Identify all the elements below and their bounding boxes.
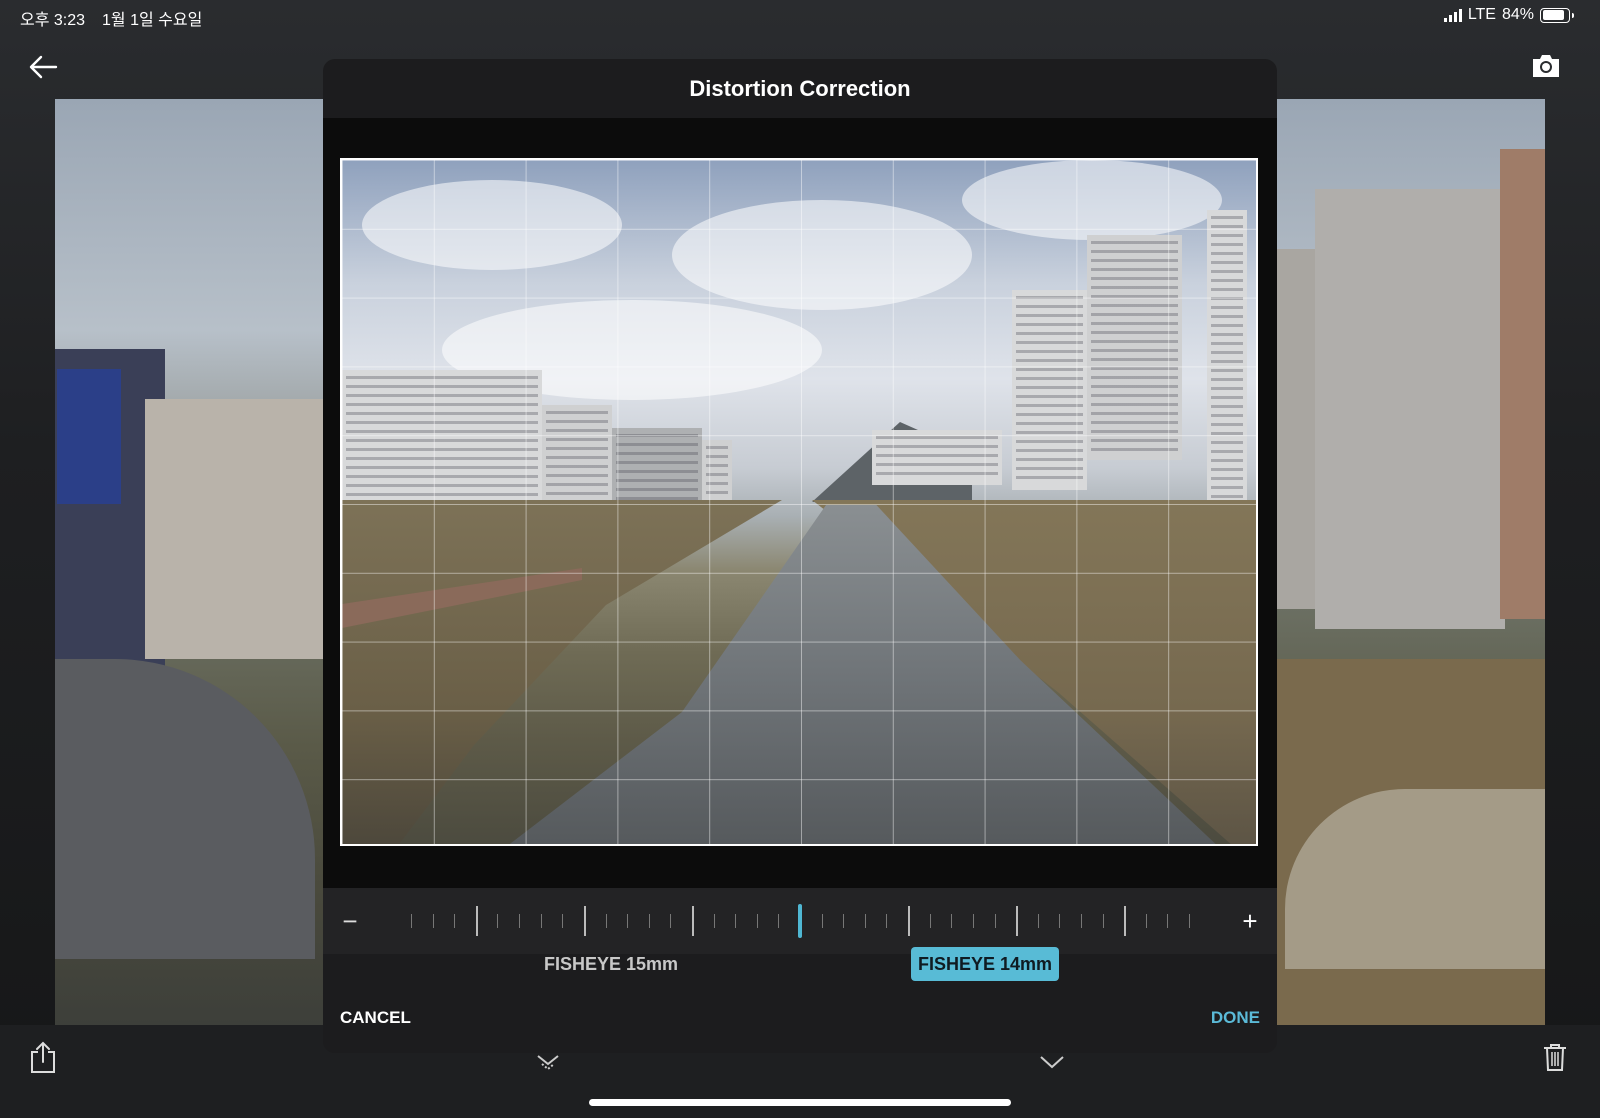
slider-tick: [475, 906, 478, 936]
slider-tick: [756, 914, 758, 928]
slider-tick: [1167, 914, 1169, 928]
slider-tick: [1016, 906, 1019, 936]
slider-tick: [1080, 914, 1082, 928]
done-button[interactable]: DONE: [1211, 1006, 1260, 1030]
slider-tick: [411, 914, 412, 928]
decrease-button[interactable]: −: [339, 901, 361, 941]
slider-tick: [864, 914, 866, 928]
slider-tick: [1189, 914, 1190, 928]
distortion-slider[interactable]: − +: [323, 888, 1277, 954]
slider-tick: [821, 914, 823, 928]
increase-button[interactable]: +: [1239, 901, 1261, 941]
slider-tick: [994, 914, 996, 928]
dialog-title: Distortion Correction: [689, 76, 911, 101]
slider-thumb[interactable]: [798, 904, 802, 938]
status-time: 오후 3:23: [20, 12, 86, 29]
cellular-signal-icon: [1443, 8, 1462, 22]
preview-photo[interactable]: [340, 158, 1258, 846]
battery-percent: 84%: [1501, 6, 1534, 23]
photo-editor-screen: 오후 3:23 1월 1일 수요일 LTE 84% Distortion Cor…: [0, 0, 1600, 1118]
slider-tick: [583, 906, 586, 936]
cancel-button[interactable]: CANCEL: [340, 1006, 411, 1030]
slider-tick: [605, 914, 607, 928]
slider-tick: [519, 914, 521, 928]
chevron-down-icon: [537, 1055, 559, 1071]
slider-tick: [454, 914, 456, 928]
trash-icon[interactable]: [1542, 1042, 1568, 1072]
grid-overlay: [342, 160, 1256, 844]
arrow-left-icon[interactable]: [26, 50, 60, 84]
slider-tick: [540, 914, 542, 928]
slider-tick: [648, 914, 650, 928]
slider-tick: [1124, 906, 1127, 936]
slider-tick: [972, 914, 974, 928]
option-fisheye-15mm[interactable]: FISHEYE 15mm: [537, 947, 685, 981]
status-bar: 오후 3:23 1월 1일 수요일 LTE 84%: [0, 0, 1600, 34]
slider-tick: [670, 914, 672, 928]
slider-tick: [627, 914, 629, 928]
chevron-down-icon: [1040, 1056, 1064, 1069]
slider-track[interactable]: [411, 904, 1190, 938]
slider-tick: [497, 914, 499, 928]
slider-tick: [951, 914, 953, 928]
slider-tick: [908, 906, 911, 936]
battery-icon: [1540, 7, 1574, 23]
slider-tick: [886, 914, 888, 928]
status-date: 1월 1일 수요일: [102, 12, 203, 29]
slider-tick: [929, 914, 931, 928]
slider-tick: [691, 906, 694, 936]
home-indicator[interactable]: [589, 1099, 1011, 1106]
slider-tick: [1145, 914, 1147, 928]
network-label: LTE: [1467, 6, 1496, 23]
slider-tick: [1102, 914, 1104, 928]
slider-tick: [713, 914, 715, 928]
slider-tick: [843, 914, 845, 928]
camera-icon[interactable]: [1530, 50, 1562, 82]
slider-tick: [432, 914, 434, 928]
slider-tick: [735, 914, 737, 928]
slider-tick: [1059, 914, 1061, 928]
distortion-correction-dialog: Distortion Correction − + FISHEYE 15mm F…: [323, 59, 1277, 1053]
option-fisheye-14mm[interactable]: FISHEYE 14mm: [911, 947, 1060, 981]
slider-tick: [778, 914, 780, 928]
slider-tick: [562, 914, 564, 928]
share-icon[interactable]: [28, 1040, 58, 1074]
slider-tick: [1037, 914, 1039, 928]
